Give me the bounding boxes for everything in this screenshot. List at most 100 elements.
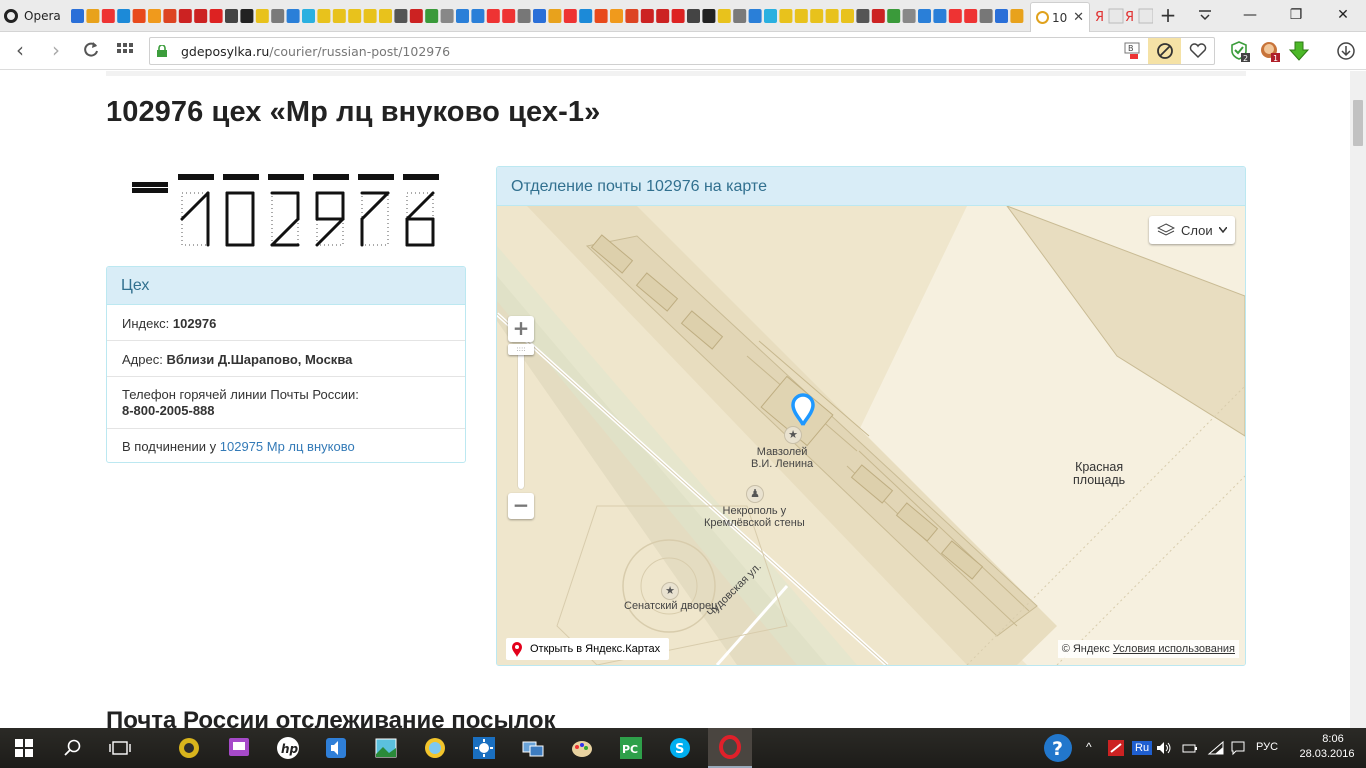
- layers-icon: [1157, 223, 1175, 236]
- tab-favicon: [856, 9, 870, 23]
- search-icon[interactable]: [58, 734, 86, 762]
- opera-logo-icon: [4, 9, 18, 23]
- tab-favicon: [979, 9, 993, 23]
- download-extension-icon[interactable]: [1287, 40, 1311, 62]
- clock-date[interactable]: 28.03.2016: [1296, 748, 1358, 760]
- speed-dial-grid-icon[interactable]: [113, 40, 137, 62]
- tab-favicon: [579, 9, 593, 23]
- mausoleum-label[interactable]: Мавзолей В.И. Ленина: [751, 446, 813, 470]
- translate-extension-icon[interactable]: B: [1115, 38, 1148, 64]
- tab-active[interactable]: 10 ✕: [1030, 2, 1090, 32]
- senate-palace-label[interactable]: Сенатский дворец: [624, 600, 717, 612]
- tab-menu-icon[interactable]: [1197, 6, 1213, 24]
- zoom-slider-track[interactable]: [518, 346, 524, 489]
- yandex-map[interactable]: Слои + :::: − ★ Мавзолей В.И. Ленина ♟ Н…: [497, 206, 1245, 665]
- back-icon[interactable]: ‹: [8, 40, 32, 62]
- office-info-heading: Цех: [107, 267, 465, 305]
- trailing-tab-favicons[interactable]: Я Я: [1093, 7, 1153, 25]
- layers-button[interactable]: Слои: [1149, 216, 1235, 244]
- reload-icon[interactable]: [79, 40, 103, 62]
- keyboard-layout-badge[interactable]: Ru: [1132, 741, 1153, 755]
- vertical-scrollbar[interactable]: [1350, 71, 1366, 728]
- tab-favicon: [810, 9, 824, 23]
- map-background[interactable]: [497, 206, 1245, 665]
- forward-icon[interactable]: ›: [44, 40, 68, 62]
- digit-bar: [132, 188, 168, 193]
- avatar-extension-icon[interactable]: 1: [1258, 40, 1282, 62]
- bookmark-heart-icon[interactable]: [1181, 38, 1214, 64]
- red-square-label[interactable]: Красная площадь: [1073, 461, 1125, 487]
- trailing-tabs[interactable]: Я Я: [1093, 7, 1153, 25]
- new-tab-button[interactable]: +: [1158, 4, 1178, 26]
- volume-icon[interactable]: [1154, 734, 1174, 762]
- mausoleum-star-icon[interactable]: ★: [784, 426, 802, 444]
- tab-favicon: [871, 9, 885, 23]
- notification-icon[interactable]: [1228, 734, 1248, 762]
- image-app-icon[interactable]: [372, 734, 400, 762]
- maximize-icon[interactable]: ❐: [1284, 4, 1308, 26]
- shield-extension-icon[interactable]: 2: [1228, 40, 1252, 62]
- tab-favicon: [656, 9, 670, 23]
- zoom-in-button[interactable]: +: [508, 316, 534, 342]
- digit-bar: [223, 174, 259, 180]
- input-language[interactable]: РУС: [1256, 741, 1278, 753]
- pc-app-icon[interactable]: PC: [617, 734, 645, 762]
- tab-favicon: [717, 9, 731, 23]
- tab-favicon: [733, 9, 747, 23]
- page-content: 102976 цех «Мр лц внуково цех-1» Цех Инд…: [0, 71, 1350, 728]
- tab-favicon: [86, 9, 100, 23]
- tab-favicon: [471, 9, 485, 23]
- address-value: Вблизи Д.Шарапово, Москва: [166, 352, 353, 367]
- weather-app-icon[interactable]: [421, 734, 449, 762]
- tab-favicon: [964, 9, 978, 23]
- opera-menu-button[interactable]: Opera: [4, 6, 61, 26]
- office-info-panel: Цех Индекс: 102976 Адрес: Вблизи Д.Шарап…: [106, 266, 466, 463]
- tab-favicon: [240, 9, 254, 23]
- audio-app-icon[interactable]: [322, 734, 350, 762]
- adblock-icon[interactable]: [1148, 38, 1181, 64]
- svg-text:Я: Я: [1125, 10, 1134, 25]
- tab-favicon: [486, 9, 500, 23]
- skype-icon[interactable]: S: [666, 734, 694, 762]
- help-icon[interactable]: ?: [1042, 732, 1074, 764]
- app-gold-icon[interactable]: [175, 734, 203, 762]
- parent-office-row: В подчинении у 102975 Мр лц внуково: [122, 439, 355, 454]
- tray-chevron-icon[interactable]: ^: [1086, 740, 1092, 754]
- task-view-icon[interactable]: [106, 734, 134, 762]
- zoom-slider-handle[interactable]: ::::: [508, 344, 534, 355]
- windows-start-icon[interactable]: [10, 734, 38, 762]
- pinned-tabs[interactable]: [70, 7, 1025, 25]
- address-bar[interactable]: gdeposylka.ru/courier/russian-post/10297…: [149, 37, 1215, 65]
- clock-time[interactable]: 8:06: [1308, 733, 1358, 745]
- wifi-icon[interactable]: [1206, 734, 1226, 762]
- opera-taskbar-icon[interactable]: [708, 728, 752, 768]
- paint-app-icon[interactable]: [568, 734, 596, 762]
- tab-favicon: [533, 9, 546, 23]
- scrollbar-thumb[interactable]: [1353, 100, 1363, 146]
- open-in-yandex-maps-button[interactable]: Открыть в Яндекс.Картах: [506, 638, 670, 660]
- url-text[interactable]: gdeposylka.ru/courier/russian-post/10297…: [181, 44, 450, 59]
- necropolis-label[interactable]: Некрополь у Кремлёвской стены: [704, 505, 805, 529]
- map-copyright: © Яндекс Условия использования: [1057, 640, 1239, 658]
- necropolis-monument-icon[interactable]: ♟: [746, 485, 764, 503]
- brightness-app-icon[interactable]: [470, 734, 498, 762]
- zoom-out-button[interactable]: −: [508, 493, 534, 519]
- minimize-icon[interactable]: —: [1238, 4, 1262, 26]
- downloads-icon[interactable]: [1334, 40, 1358, 62]
- close-tab-icon[interactable]: ✕: [1073, 10, 1084, 25]
- hp-icon[interactable]: hp: [274, 734, 302, 762]
- tray-red-app-icon[interactable]: [1106, 734, 1126, 762]
- terms-of-use-link[interactable]: Условия использования: [1113, 643, 1235, 655]
- digit-grid: [226, 192, 254, 246]
- close-window-icon[interactable]: ✕: [1331, 4, 1355, 26]
- tab-favicons[interactable]: [70, 7, 1025, 25]
- tab-favicon: [286, 9, 300, 23]
- tab-favicon: [317, 9, 331, 23]
- parent-office-link[interactable]: 102975 Мр лц внуково: [220, 439, 355, 454]
- network-app-icon[interactable]: [519, 734, 547, 762]
- power-icon[interactable]: [1180, 734, 1200, 762]
- location-pin-icon[interactable]: [790, 393, 816, 427]
- senate-star-icon[interactable]: ★: [661, 582, 679, 600]
- app-purple-icon[interactable]: [225, 734, 253, 762]
- tab-favicon: [594, 9, 608, 23]
